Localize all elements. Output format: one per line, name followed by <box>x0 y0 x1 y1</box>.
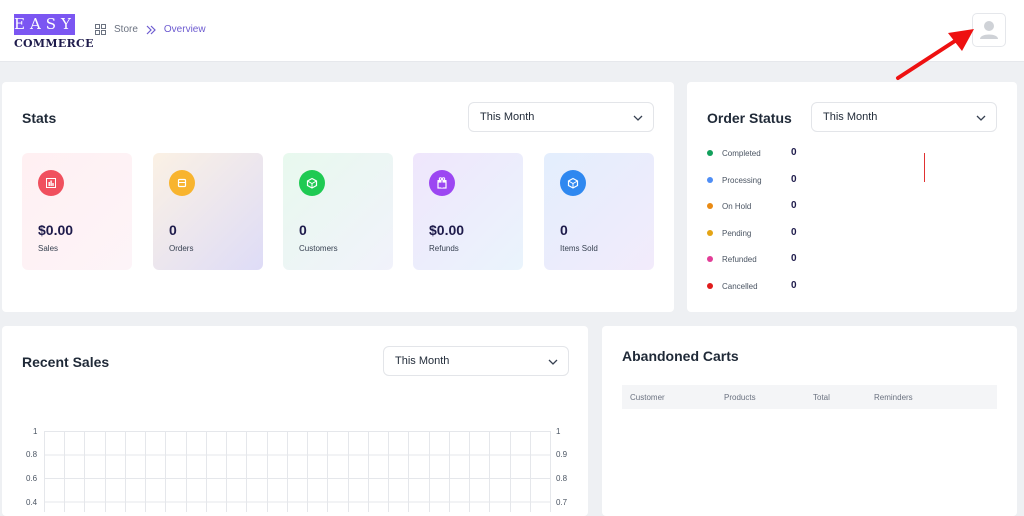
column-header-total[interactable]: Total <box>813 393 830 402</box>
stat-label-sales: Sales <box>38 244 59 253</box>
left-axis-tick: 1 <box>33 427 38 436</box>
abandoned-carts-title: Abandoned Carts <box>622 348 739 364</box>
stat-value-refunds: $0.00 <box>429 222 465 238</box>
status-dot <box>707 256 713 262</box>
recent-sales-title: Recent Sales <box>22 354 110 370</box>
status-label: On Hold <box>722 201 752 211</box>
order-status-row-refunded: Refunded <box>707 252 757 266</box>
status-dot <box>707 177 713 183</box>
right-axis-tick: 1 <box>556 427 561 436</box>
status-label: Processing <box>722 175 762 185</box>
order-status-row-cancelled: Cancelled <box>707 279 758 293</box>
order-status-row-on-hold: On Hold <box>707 199 751 213</box>
brand-logo[interactable]: EASY COMMERCE <box>14 14 94 50</box>
cube-icon <box>560 170 586 196</box>
status-dot <box>707 203 713 209</box>
order-status-row-processing: Processing <box>707 173 762 187</box>
abandoned-carts-table-header: Customer Products Total Reminders <box>622 385 997 409</box>
column-header-products[interactable]: Products <box>724 393 756 402</box>
stat-tile-customers: 0 Customers <box>283 153 393 270</box>
status-label: Cancelled <box>722 281 758 291</box>
stats-period-value: This Month <box>480 111 535 123</box>
status-dot <box>707 283 713 289</box>
status-value-on-hold: 0 <box>791 200 797 211</box>
order-status-title: Order Status <box>707 110 792 126</box>
recent-sales-period-value: This Month <box>395 355 450 367</box>
chevron-down-icon <box>633 115 643 121</box>
breadcrumb-current: Overview <box>163 24 206 35</box>
status-label: Completed <box>722 148 761 158</box>
box-icon <box>169 170 195 196</box>
stats-period-select[interactable]: This Month <box>468 102 654 132</box>
order-status-period-select[interactable]: This Month <box>811 102 997 132</box>
status-value-completed: 0 <box>791 147 797 158</box>
status-dot <box>707 230 713 236</box>
top-bar: EASY COMMERCE Store Overview <box>0 0 1024 62</box>
stat-label-items-sold: Items Sold <box>560 244 598 253</box>
order-status-period-value: This Month <box>823 111 878 123</box>
breadcrumb-store-link[interactable]: Store <box>114 24 138 35</box>
status-value-pending: 0 <box>791 227 797 238</box>
logo-bottom-text: COMMERCE <box>14 37 94 50</box>
order-status-chart-marker <box>924 153 925 182</box>
column-header-reminders[interactable]: Reminders <box>874 393 913 402</box>
left-axis-tick: 0.4 <box>26 498 38 507</box>
stat-label-customers: Customers <box>299 244 338 253</box>
status-value-refunded: 0 <box>791 253 797 264</box>
status-label: Pending <box>722 228 752 238</box>
stat-label-refunds: Refunds <box>429 244 459 253</box>
stat-value-orders: 0 <box>169 222 177 238</box>
stat-tile-items-sold: 0 Items Sold <box>544 153 654 270</box>
recent-sales-period-select[interactable]: This Month <box>383 346 569 376</box>
stat-label-orders: Orders <box>169 244 194 253</box>
left-axis-tick: 0.8 <box>26 450 38 459</box>
stat-value-customers: 0 <box>299 222 307 238</box>
right-axis-tick: 0.9 <box>556 450 568 459</box>
recent-sales-chart-grid <box>44 431 551 512</box>
stat-value-sales: $0.00 <box>38 222 74 238</box>
order-status-row-pending: Pending <box>707 226 751 240</box>
stat-tile-sales: $0.00 Sales <box>22 153 132 270</box>
logo-top-text: EASY <box>14 14 76 35</box>
chevron-down-icon <box>548 359 558 365</box>
left-axis-tick: 0.6 <box>26 474 38 483</box>
chevron-down-icon <box>976 115 986 121</box>
gift-icon <box>429 170 455 196</box>
stat-tile-orders: 0 Orders <box>153 153 263 270</box>
order-status-row-completed: Completed <box>707 146 761 160</box>
breadcrumb: Store Overview <box>95 24 206 35</box>
cube-icon <box>299 170 325 196</box>
status-value-cancelled: 0 <box>791 280 797 291</box>
column-header-customer[interactable]: Customer <box>630 393 665 402</box>
bar-chart-icon <box>38 170 64 196</box>
right-axis-tick: 0.8 <box>556 474 568 483</box>
status-value-processing: 0 <box>791 174 797 185</box>
stats-title: Stats <box>22 110 57 126</box>
stat-tile-refunds: $0.00 Refunds <box>413 153 523 270</box>
status-dot <box>707 150 713 156</box>
right-axis-tick: 0.7 <box>556 498 568 507</box>
stat-value-items-sold: 0 <box>560 222 568 238</box>
annotation-arrow-icon <box>896 29 974 80</box>
status-label: Refunded <box>722 254 757 264</box>
double-chevron-right-icon <box>146 25 156 34</box>
grid-icon <box>95 24 106 35</box>
